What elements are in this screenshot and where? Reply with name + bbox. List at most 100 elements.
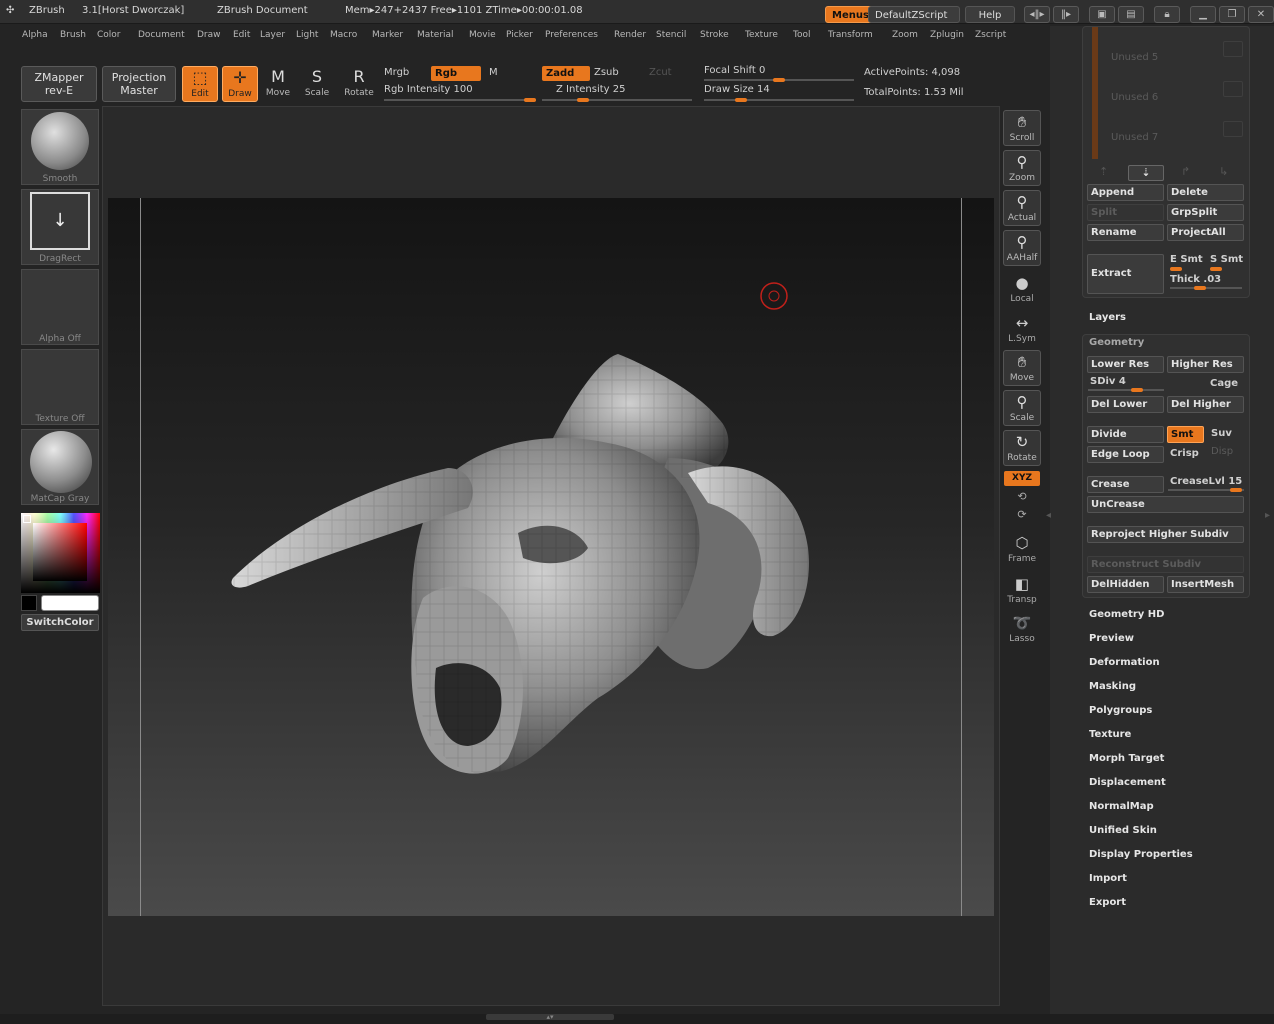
rotate-mode-button[interactable]: R Rotate bbox=[341, 66, 377, 102]
s-smt-slider[interactable] bbox=[1210, 267, 1222, 271]
menu-marker[interactable]: Marker bbox=[372, 30, 403, 40]
e-smt-toggle[interactable]: E Smt bbox=[1170, 254, 1203, 265]
edit-mode-button[interactable]: ⬚ Edit bbox=[182, 66, 218, 102]
extract-button[interactable]: Extract bbox=[1087, 254, 1164, 294]
preview-section[interactable]: Preview bbox=[1089, 633, 1134, 644]
m-toggle[interactable]: M bbox=[489, 67, 498, 78]
frame-button[interactable]: ⬡ Frame bbox=[1003, 532, 1041, 568]
material-thumbnail[interactable]: MatCap Gray bbox=[21, 429, 99, 505]
subtool-slot-5[interactable]: Unused 5 bbox=[1111, 52, 1158, 63]
menu-material[interactable]: Material bbox=[417, 30, 454, 40]
reconstruct-subdiv-button[interactable]: Reconstruct Subdiv bbox=[1087, 556, 1244, 573]
layers-section[interactable]: Layers bbox=[1089, 312, 1126, 323]
forward-arrow-icon[interactable]: ↳ bbox=[1219, 165, 1228, 178]
reproject-higher-subdiv-button[interactable]: Reproject Higher Subdiv bbox=[1087, 526, 1244, 543]
alpha-thumbnail[interactable]: Alpha Off bbox=[21, 269, 99, 345]
lsym-button[interactable]: ↔ L.Sym bbox=[1003, 312, 1041, 348]
move-up-icon[interactable]: ⇡ bbox=[1099, 165, 1108, 178]
subtool-visibility-6[interactable] bbox=[1223, 81, 1243, 97]
delhidden-button[interactable]: DelHidden bbox=[1087, 576, 1164, 593]
delete-button[interactable]: Delete bbox=[1167, 184, 1244, 201]
uncrease-button[interactable]: UnCrease bbox=[1087, 496, 1244, 513]
default-zscript-button[interactable]: DefaultZScript bbox=[868, 6, 960, 23]
menu-zscript[interactable]: Zscript bbox=[975, 30, 1006, 40]
texture-section[interactable]: Texture bbox=[1089, 729, 1131, 740]
displacement-section[interactable]: Displacement bbox=[1089, 777, 1166, 788]
zsub-toggle[interactable]: Zsub bbox=[594, 67, 619, 78]
z-intensity-knob[interactable] bbox=[577, 98, 589, 102]
local-button[interactable]: ● Local bbox=[1003, 272, 1041, 308]
secondary-color-swatch[interactable] bbox=[21, 595, 37, 611]
scale-view-button[interactable]: ⚲ Scale bbox=[1003, 390, 1041, 426]
split-button[interactable]: Split bbox=[1087, 204, 1164, 221]
zadd-toggle[interactable]: Zadd bbox=[542, 66, 590, 81]
focal-shift-knob[interactable] bbox=[773, 78, 785, 82]
divide-button[interactable]: Divide bbox=[1087, 426, 1164, 443]
projectall-button[interactable]: ProjectAll bbox=[1167, 224, 1244, 241]
texture-thumbnail[interactable]: Texture Off bbox=[21, 349, 99, 425]
sdiv-knob[interactable] bbox=[1131, 388, 1143, 392]
projection-master-button[interactable]: Projection Master bbox=[102, 66, 176, 102]
menu-transform[interactable]: Transform bbox=[828, 30, 873, 40]
menu-tool[interactable]: Tool bbox=[793, 30, 810, 40]
append-button[interactable]: Append bbox=[1087, 184, 1164, 201]
menu-movie[interactable]: Movie bbox=[469, 30, 496, 40]
expand-ui-icon[interactable]: ‖▸ bbox=[1053, 6, 1079, 23]
subtool-scrollbar[interactable] bbox=[1092, 27, 1098, 159]
rgb-intensity-knob[interactable] bbox=[524, 98, 536, 102]
thick-knob[interactable] bbox=[1194, 286, 1206, 290]
help-button[interactable]: Help bbox=[965, 6, 1015, 23]
deformation-section[interactable]: Deformation bbox=[1089, 657, 1160, 668]
rgb-toggle[interactable]: Rgb bbox=[431, 66, 481, 81]
minimize-icon[interactable]: ▁ bbox=[1190, 6, 1216, 23]
menu-light[interactable]: Light bbox=[296, 30, 318, 40]
rotate-z-icon[interactable]: ⟳ bbox=[1003, 508, 1041, 524]
rename-button[interactable]: Rename bbox=[1087, 224, 1164, 241]
mrgb-toggle[interactable]: Mrgb bbox=[384, 67, 409, 78]
thick-slider[interactable] bbox=[1170, 287, 1242, 289]
sdiv-slider[interactable] bbox=[1088, 389, 1164, 391]
draw-mode-button[interactable]: ✛ Draw bbox=[222, 66, 258, 102]
crease-level-knob[interactable] bbox=[1230, 488, 1242, 492]
del-higher-button[interactable]: Del Higher bbox=[1167, 396, 1244, 413]
subtool-visibility-7[interactable] bbox=[1223, 121, 1243, 137]
rgb-intensity-slider[interactable] bbox=[384, 99, 536, 101]
smt-toggle[interactable]: Smt bbox=[1167, 426, 1204, 443]
draw-size-slider[interactable] bbox=[704, 99, 854, 101]
cage-toggle[interactable]: Cage bbox=[1210, 378, 1238, 389]
scroll-button[interactable]: ✋︎ Scroll bbox=[1003, 110, 1041, 146]
stroke-thumbnail[interactable]: ↓ DragRect bbox=[21, 189, 99, 265]
crisp-toggle[interactable]: Crisp bbox=[1170, 448, 1199, 459]
menu-brush[interactable]: Brush bbox=[60, 30, 86, 40]
shrink-ui-icon[interactable]: ◂‖▸ bbox=[1024, 6, 1050, 23]
menu-zoom[interactable]: Zoom bbox=[892, 30, 918, 40]
aahalf-button[interactable]: ⚲ AAHalf bbox=[1003, 230, 1041, 266]
maximize-icon[interactable]: ❐ bbox=[1219, 6, 1245, 23]
e-smt-slider[interactable] bbox=[1170, 267, 1182, 271]
geometry-title[interactable]: Geometry bbox=[1089, 337, 1144, 348]
menu-draw[interactable]: Draw bbox=[197, 30, 221, 40]
move-view-button[interactable]: ✋︎ Move bbox=[1003, 350, 1041, 386]
scale-mode-button[interactable]: S Scale bbox=[299, 66, 335, 102]
document-canvas[interactable] bbox=[108, 198, 994, 916]
rotate-view-button[interactable]: ↻ Rotate bbox=[1003, 430, 1041, 466]
insertmesh-button[interactable]: InsertMesh bbox=[1167, 576, 1244, 593]
crease-button[interactable]: Crease bbox=[1087, 476, 1164, 493]
xyz-toggle[interactable]: XYZ bbox=[1004, 471, 1040, 486]
disp-slider[interactable]: Disp bbox=[1211, 446, 1233, 457]
higher-res-button[interactable]: Higher Res bbox=[1167, 356, 1244, 373]
normalmap-section[interactable]: NormalMap bbox=[1089, 801, 1154, 812]
menu-zplugin[interactable]: Zplugin bbox=[930, 30, 964, 40]
morph-target-section[interactable]: Morph Target bbox=[1089, 753, 1164, 764]
collapse-right-icon[interactable]: ▸ bbox=[1265, 510, 1270, 521]
lower-res-button[interactable]: Lower Res bbox=[1087, 356, 1164, 373]
move-down-icon[interactable]: ⇣ bbox=[1128, 165, 1164, 181]
transp-button[interactable]: ◧ Transp bbox=[1003, 573, 1041, 609]
menu-macro[interactable]: Macro bbox=[330, 30, 357, 40]
geometry-hd-section[interactable]: Geometry HD bbox=[1089, 609, 1164, 620]
menu-render[interactable]: Render bbox=[614, 30, 646, 40]
suv-toggle[interactable]: Suv bbox=[1211, 428, 1232, 439]
menu-edit[interactable]: Edit bbox=[233, 30, 250, 40]
subtool-visibility-5[interactable] bbox=[1223, 41, 1243, 57]
color-picker[interactable] bbox=[21, 513, 100, 593]
